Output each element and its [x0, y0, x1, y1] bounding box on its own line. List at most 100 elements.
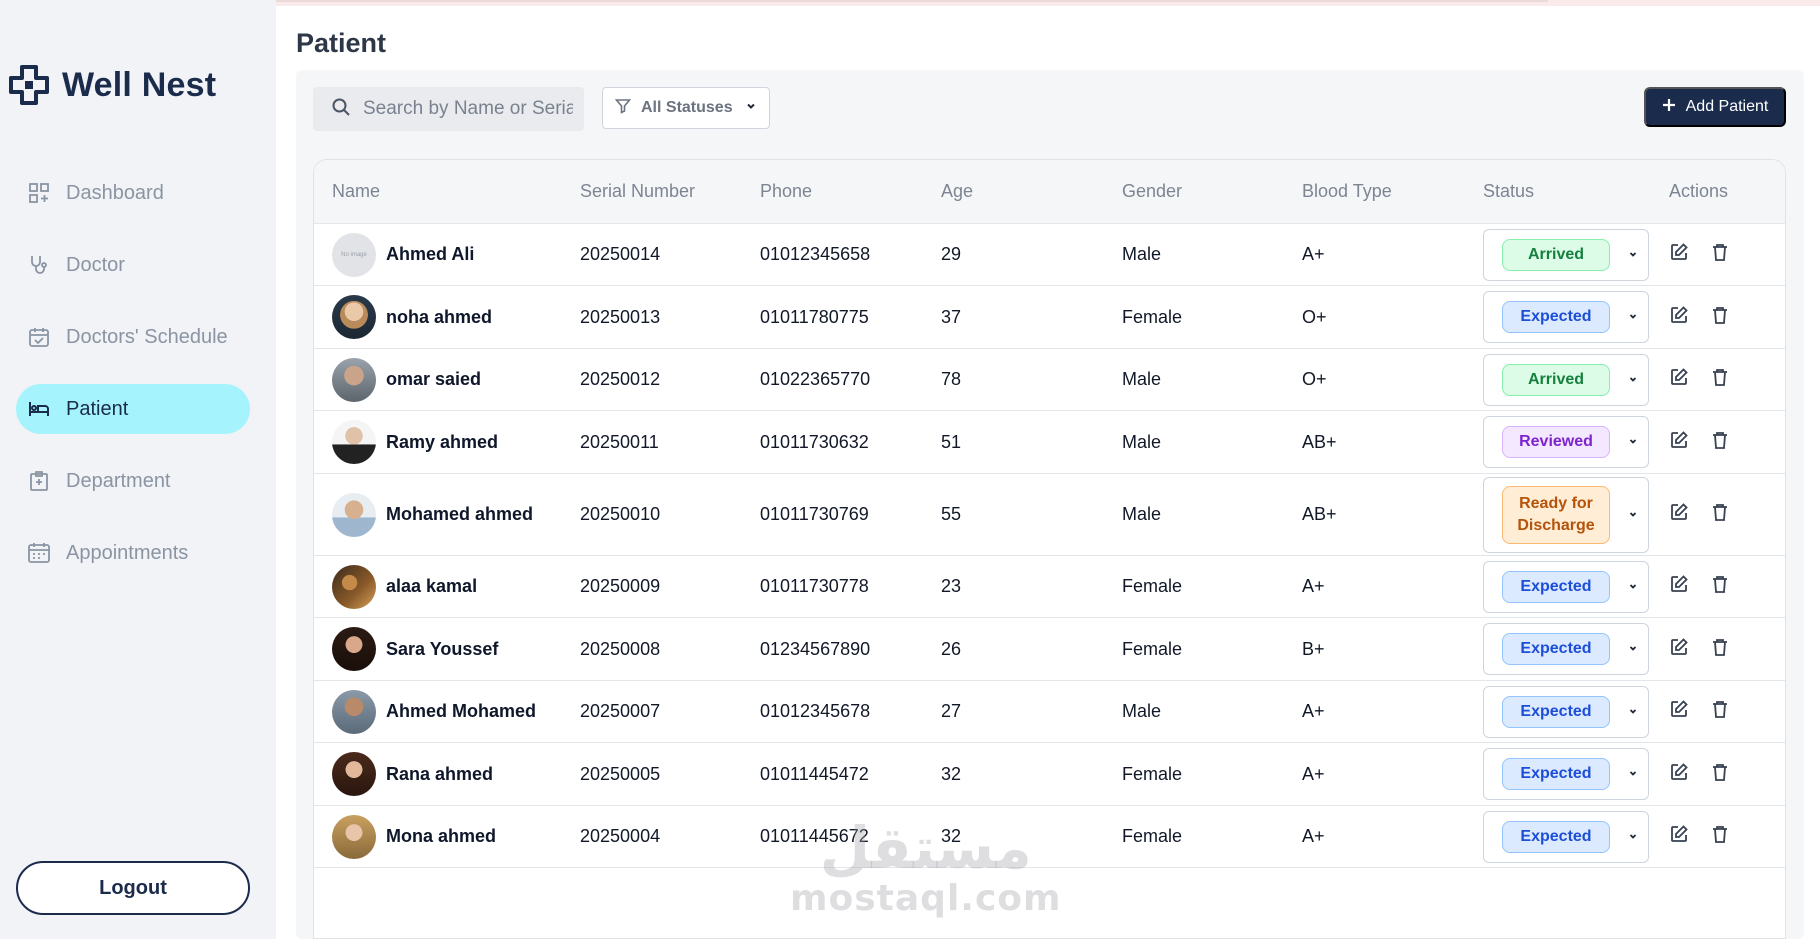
- cell-serial: 20250013: [580, 306, 661, 327]
- status-select[interactable]: Expected: [1483, 623, 1649, 675]
- add-patient-button[interactable]: Add Patient: [1644, 87, 1786, 127]
- status-filter-select[interactable]: All Statuses: [602, 87, 770, 129]
- trash-icon[interactable]: [1711, 824, 1729, 849]
- status-select[interactable]: Expected: [1483, 810, 1649, 863]
- sidebar-item-appointments[interactable]: Appointments: [16, 528, 250, 578]
- sidebar-item-dashboard[interactable]: Dashboard: [16, 168, 250, 218]
- status-select[interactable]: Reviewed: [1483, 416, 1649, 468]
- column-header: Name: [332, 181, 381, 201]
- add-patient-label: Add Patient: [1685, 98, 1769, 115]
- trash-icon[interactable]: [1711, 242, 1729, 267]
- app-logo[interactable]: Well Nest: [8, 64, 216, 106]
- sidebar-item-patient[interactable]: Patient: [16, 384, 250, 434]
- cell-blood-type: O+: [1302, 369, 1327, 389]
- edit-icon[interactable]: [1669, 502, 1689, 527]
- cell-status: Expected: [1483, 810, 1663, 863]
- cell-name: alaa kamal: [314, 564, 580, 609]
- column-header: Serial Number: [580, 181, 696, 201]
- cell-actions: [1663, 367, 1783, 392]
- trash-icon[interactable]: [1711, 574, 1729, 599]
- cell-gender: Female: [1122, 576, 1183, 596]
- status-select[interactable]: Arrived: [1483, 353, 1649, 406]
- edit-icon[interactable]: [1669, 430, 1689, 455]
- chevron-down-icon: [1628, 703, 1638, 721]
- status-badge: Expected: [1502, 758, 1610, 790]
- sidebar-item-doctors-schedule[interactable]: Doctors' Schedule: [16, 312, 250, 362]
- status-badge: Expected: [1502, 695, 1610, 728]
- cell-age: 23: [941, 576, 962, 596]
- avatar: [332, 295, 376, 339]
- cell-serial: 20250005: [580, 763, 661, 784]
- cell-name: Ramy ahmed: [314, 420, 580, 464]
- cell-phone: 01011730778: [760, 576, 869, 596]
- calendar-icon: [26, 540, 52, 566]
- edit-icon[interactable]: [1669, 242, 1689, 267]
- edit-icon[interactable]: [1669, 305, 1689, 330]
- patient-name: Ramy ahmed: [386, 431, 499, 452]
- cell-phone: 01011445472: [760, 763, 869, 784]
- cell-age: 51: [941, 431, 962, 452]
- chevron-down-icon: [1628, 828, 1638, 846]
- sidebar-item-label: Dashboard: [66, 181, 164, 204]
- table-row: Sara Youssef 20250008 01234567890 26 Fem…: [314, 618, 1785, 681]
- table-row: Mohamed ahmed 20250010 01011730769 55 Ma…: [314, 474, 1785, 556]
- search-input[interactable]: [363, 98, 573, 120]
- search-box[interactable]: [313, 87, 584, 131]
- patient-name: Ahmed Mohamed: [386, 701, 537, 721]
- cell-blood-type: AB+: [1302, 504, 1337, 524]
- edit-icon[interactable]: [1669, 699, 1689, 724]
- table-row: Mona ahmed 20250004 01011445672 32 Femal…: [314, 806, 1785, 868]
- cell-gender: Female: [1122, 638, 1183, 659]
- edit-icon[interactable]: [1669, 637, 1689, 662]
- sidebar-item-department[interactable]: Department: [16, 456, 250, 506]
- logout-button[interactable]: Logout: [16, 861, 250, 915]
- cell-age: 55: [941, 504, 962, 524]
- trash-icon[interactable]: [1711, 367, 1729, 392]
- table-row: Ramy ahmed 20250011 01011730632 51 Male …: [314, 411, 1785, 474]
- status-select[interactable]: Expected: [1483, 560, 1649, 613]
- trash-icon[interactable]: [1711, 305, 1729, 330]
- cell-gender: Male: [1122, 701, 1162, 721]
- status-select[interactable]: Expected: [1483, 685, 1649, 738]
- cell-name: Mona ahmed: [314, 814, 580, 859]
- trash-icon[interactable]: [1711, 502, 1729, 527]
- status-badge: Ready for Discharge: [1502, 485, 1610, 544]
- status-badge: Expected: [1502, 633, 1610, 665]
- cell-name: noha ahmed: [314, 295, 580, 339]
- table-row: omar saied 20250012 01022365770 78 Male …: [314, 349, 1785, 411]
- status-select[interactable]: Expected: [1483, 291, 1649, 343]
- cell-age: 27: [941, 701, 962, 721]
- cell-phone: 01012345658: [760, 244, 871, 264]
- bed-icon: [26, 396, 52, 422]
- cell-name: Sara Youssef: [314, 627, 580, 671]
- cell-status: Ready for Discharge: [1483, 476, 1663, 553]
- trash-icon[interactable]: [1711, 430, 1729, 455]
- edit-icon[interactable]: [1669, 824, 1689, 849]
- stethoscope-icon: [26, 252, 52, 278]
- avatar: [332, 752, 376, 796]
- patient-name: Mohamed ahmed: [386, 504, 534, 524]
- plus-icon: [1662, 98, 1676, 117]
- avatar: [332, 357, 376, 402]
- cell-gender: Male: [1122, 504, 1162, 524]
- trash-icon[interactable]: [1711, 762, 1729, 787]
- status-select[interactable]: Arrived: [1483, 228, 1649, 281]
- cell-actions: [1663, 637, 1783, 662]
- cell-name: Rana ahmed: [314, 752, 580, 796]
- edit-icon[interactable]: [1669, 574, 1689, 599]
- edit-icon[interactable]: [1669, 367, 1689, 392]
- sidebar-item-doctor[interactable]: Doctor: [16, 240, 250, 290]
- sidebar-item-label: Appointments: [66, 541, 189, 564]
- cell-blood-type: B+: [1302, 638, 1325, 659]
- cell-gender: Female: [1122, 826, 1183, 846]
- sidebar-item-label: Patient: [66, 397, 129, 420]
- table-row: Rana ahmed 20250005 01011445472 32 Femal…: [314, 743, 1785, 806]
- trash-icon[interactable]: [1711, 699, 1729, 724]
- table-header: Name Serial Number Phone Age Gender Bloo…: [314, 160, 1785, 224]
- status-select[interactable]: Ready for Discharge: [1483, 476, 1649, 553]
- edit-icon[interactable]: [1669, 762, 1689, 787]
- trash-icon[interactable]: [1711, 637, 1729, 662]
- status-select[interactable]: Expected: [1483, 748, 1649, 800]
- dashboard-icon: [26, 180, 52, 206]
- cell-phone: 01234567890: [760, 638, 871, 659]
